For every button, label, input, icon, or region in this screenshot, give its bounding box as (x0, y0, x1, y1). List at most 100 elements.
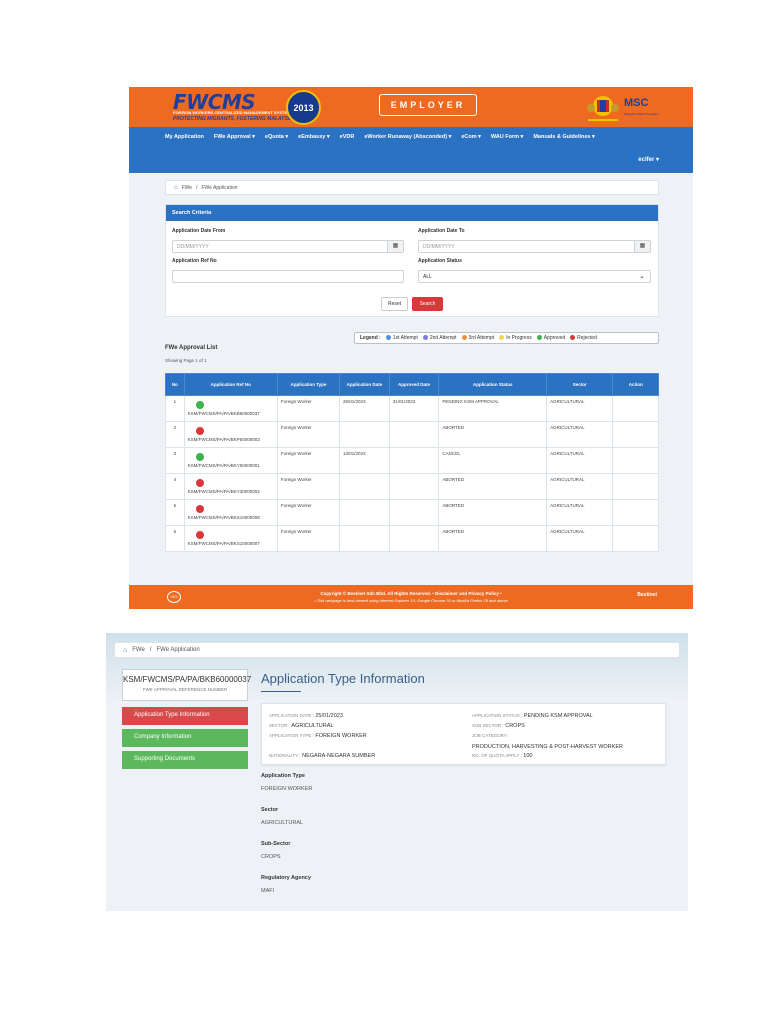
application-date-cell (338, 499, 390, 526)
chevron-down-icon: ⌄ (639, 273, 645, 280)
column-header[interactable]: Application Type (276, 373, 340, 396)
sector-cell: AGRICULTURAL (546, 447, 614, 474)
status-dot-icon (385, 335, 391, 341)
home-icon[interactable]: ⌂ (123, 647, 127, 654)
column-header[interactable]: Approved Date (388, 373, 440, 396)
tab-company-information[interactable]: Company Information (122, 729, 248, 747)
reference-number: KSM/FWCMS/PA/PA/BKB60000037 (123, 675, 252, 684)
application-ref-link[interactable]: KSM/FWCMS/PA/PA/BKB60000037 (188, 411, 260, 416)
status-label: Application Status (418, 258, 462, 264)
column-header[interactable]: Application Status (438, 373, 548, 396)
date-to-placeholder: DD/MM/YYYY (423, 244, 455, 250)
application-date-cell (338, 421, 390, 448)
action-cell (612, 395, 659, 422)
sub-sector-label: Sub-Sector (261, 841, 291, 847)
application-type-cell: Foreign Worker (276, 525, 340, 552)
legend-item-label: 1st Attempt (392, 335, 418, 341)
nav-item[interactable]: WAU Form ▾ (491, 134, 523, 140)
legend-item-label: Rejected (577, 335, 597, 341)
table-row[interactable]: 5 KSM/FWCMS/PA/PA/BKS10000008 Foreign Work… (165, 499, 659, 526)
breadcrumb: ⌂ FWe / FWe Application (114, 642, 680, 658)
nav-item[interactable]: eQuota ▾ (265, 134, 288, 140)
user-menu[interactable]: 👤 ecifer ▾ (629, 156, 659, 163)
status-select[interactable]: ALL ⌄ (418, 270, 651, 283)
column-header[interactable]: Action (612, 373, 659, 396)
employer-button[interactable]: EMPLOYER (379, 94, 477, 116)
nav-item[interactable]: FWe Approval ▾ (214, 134, 255, 140)
nav-item[interactable]: eCom ▾ (461, 134, 481, 140)
column-header[interactable]: Application Ref No (183, 373, 278, 396)
nav-item[interactable]: Manuals & Guidelines ▾ (533, 134, 594, 140)
table-row[interactable]: 3 KSM/FWCMS/PA/PA/BKY50000001 Foreign Work… (165, 447, 659, 474)
tab-application-type-information[interactable]: Application Type Information (122, 707, 248, 725)
fwe-application-list-screen: FWCMS FOREIGN WORKERS CENTRALIZED MANAGE… (129, 87, 693, 609)
breadcrumb-separator: / (196, 184, 198, 191)
ref-cell: KSM/FWCMS/PA/PA/BKS10000008 (183, 499, 278, 526)
table-row[interactable]: 4 KSM/FWCMS/PA/PA/BKY30000002 Foreign Work… (165, 473, 659, 500)
nationality-field: NATIONALITY : NEGARA-NEGARA SUMBER (269, 753, 376, 759)
application-ref-link[interactable]: KSM/FWCMS/PA/PA/BKY30000002 (188, 489, 260, 494)
legend-label: Legend : (360, 335, 381, 341)
application-type-cell: Foreign Worker (276, 447, 340, 474)
column-header[interactable]: No (165, 373, 185, 396)
table-row[interactable]: 1 KSM/FWCMS/PA/PA/BKB60000037 Foreign Work… (165, 395, 659, 422)
date-to-input[interactable]: DD/MM/YYYY ▦ (418, 240, 651, 253)
row-number: 2 (165, 421, 185, 448)
sector-cell: AGRICULTURAL (546, 395, 614, 422)
home-icon[interactable]: ⌂ (174, 185, 178, 191)
breadcrumb-item-fwe[interactable]: FWe (132, 647, 145, 653)
calendar-icon[interactable]: ▦ (634, 241, 650, 252)
nav-item[interactable]: eEmbassy ▾ (298, 134, 330, 140)
status-dot-icon (195, 427, 204, 435)
ref-no-input[interactable] (172, 270, 404, 283)
legend-item: 2nd Attempt (422, 335, 457, 341)
job-category-value: PRODUCTION, HARVESTING & POST-HARVEST WO… (472, 744, 623, 750)
status-dot-icon (461, 335, 467, 341)
table-row[interactable]: 2 KSM/FWCMS/PA/PA/BKP50000003 Foreign Work… (165, 421, 659, 448)
status-dot-icon (570, 335, 576, 341)
nav-item[interactable]: eWorker Runaway (Absconded) ▾ (364, 134, 451, 140)
date-from-label: Application Date From (172, 228, 226, 234)
sector-cell: AGRICULTURAL (546, 473, 614, 500)
sector-field: SECTOR : AGRICULTURAL (269, 723, 334, 729)
application-ref-link[interactable]: KSM/FWCMS/PA/PA/BKP50000003 (188, 437, 260, 442)
user-icon: 👤 (629, 157, 637, 163)
nav-menu: My Application FWe Approval ▾ eQuota ▾ eEmb… (165, 134, 595, 140)
nav-item[interactable]: My Application (165, 134, 204, 140)
approved-date-cell (388, 421, 440, 448)
date-from-input[interactable]: DD/MM/YYYY ▦ (172, 240, 404, 253)
sector-cell: AGRICULTURAL (546, 499, 614, 526)
nav-item[interactable]: eVDR (340, 134, 355, 140)
reset-button[interactable]: Reset (381, 297, 408, 311)
application-detail-screen: ⌂ FWe / FWe Application KSM/FWCMS/PA/PA/… (106, 633, 688, 911)
ref-cell: KSM/FWCMS/PA/PA/BKP50000003 (183, 421, 278, 448)
application-ref-link[interactable]: KSM/FWCMS/PA/PA/BKS10000008 (188, 515, 260, 520)
footer-browser-note: • This webpage is best viewed using Inte… (314, 598, 508, 603)
application-ref-link[interactable]: KSM/FWCMS/PA/PA/BKS10000007 (188, 541, 260, 546)
application-type-cell: Foreign Worker (276, 473, 340, 500)
breadcrumb-item-fwe[interactable]: FWe (182, 185, 192, 191)
status-dot-icon (195, 531, 204, 539)
column-header[interactable]: Sector (546, 373, 614, 396)
column-header[interactable]: Application Date (338, 373, 390, 396)
sector-cell: AGRICULTURAL (546, 525, 614, 552)
regulatory-agency-value: MAFI (261, 888, 275, 894)
status-legend: Legend : 1st Attempt 2nd Attempt 3rd Attem… (354, 332, 659, 344)
application-ref-link[interactable]: KSM/FWCMS/PA/PA/BKY50000001 (188, 463, 260, 468)
table-row[interactable]: 6 KSM/FWCMS/PA/PA/BKS10000007 Foreign Work… (165, 525, 659, 552)
application-status-field: APPLICATION STATUS : PENDING KSM APPROVA… (472, 713, 593, 719)
anniversary-seal-icon: 2013 (286, 90, 321, 125)
application-date-cell (338, 525, 390, 552)
row-number: 1 (165, 395, 185, 422)
tab-supporting-documents[interactable]: Supporting Documents (122, 751, 248, 769)
application-type-label: Application Type (261, 773, 305, 779)
search-panel-title: Search Criteria (166, 205, 658, 221)
search-button[interactable]: Search (412, 297, 443, 311)
status-dot-icon (195, 479, 204, 487)
legend-item: 3rd Attempt (461, 335, 494, 341)
status-select-value: ALL (423, 274, 432, 280)
action-cell (612, 499, 659, 526)
calendar-icon[interactable]: ▦ (387, 241, 403, 252)
legend-item: 1st Attempt (385, 335, 418, 341)
breadcrumb-separator: / (149, 647, 152, 653)
